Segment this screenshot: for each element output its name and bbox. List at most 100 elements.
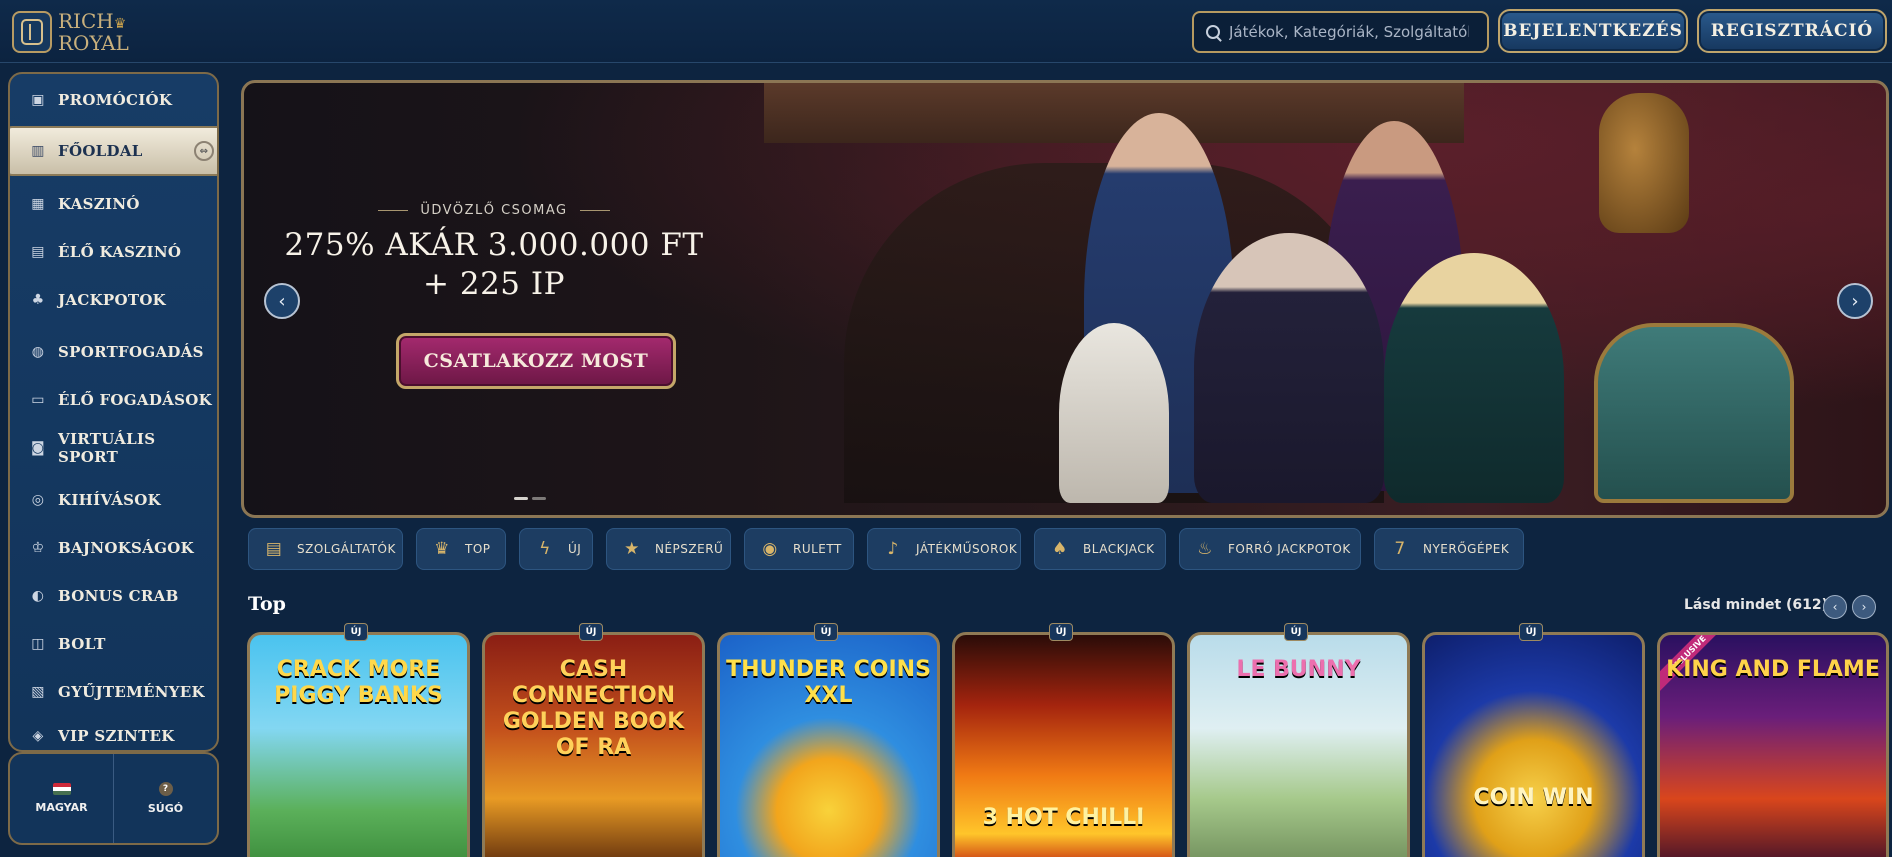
chip-providers[interactable]: ▤ SZOLGÁLTATÓK <box>248 528 403 570</box>
game-title: COIN WIN <box>1473 785 1594 810</box>
chip-new[interactable]: ϟ ÚJ <box>519 528 593 570</box>
help-button[interactable]: ? SÚGÓ <box>113 754 217 843</box>
bank-icon: ▥ <box>31 143 45 159</box>
live-bets-icon: ▭ <box>31 392 45 408</box>
sidebar-footer: MAGYAR ? SÚGÓ <box>8 752 219 845</box>
new-badge: ÚJ <box>814 623 838 641</box>
sidebar-item-virtual-sport[interactable]: ◙ VIRTUÁLIS SPORT <box>10 428 217 468</box>
logo-top-text: RICH <box>58 8 114 33</box>
carousel-dot-active[interactable] <box>514 497 528 500</box>
new-badge: ÚJ <box>344 623 368 641</box>
game-title: KING AND FLAME <box>1666 657 1880 682</box>
question-icon: ? <box>158 782 173 796</box>
crown-icon: ♛ <box>434 539 450 559</box>
book-icon: ▤ <box>265 539 283 559</box>
chip-popular[interactable]: ★ NÉPSZERŰ <box>606 528 731 570</box>
microphone-icon: ♪ <box>887 539 899 559</box>
join-now-button[interactable]: CSATLAKOZZ MOST <box>396 333 676 389</box>
hero-eyebrow: ÜDVÖZLŐ CSOMAG <box>264 203 724 218</box>
search-icon <box>1206 25 1220 39</box>
game-card[interactable]: THUNDER COINS XXL <box>717 632 940 857</box>
game-title: 3 HOT CHILLI <box>982 805 1145 830</box>
new-badge: ÚJ <box>579 623 603 641</box>
search-bar[interactable] <box>1192 11 1489 53</box>
collection-icon: ▧ <box>31 684 45 700</box>
star-icon: ★ <box>624 539 640 559</box>
sidebar-item-live-bets[interactable]: ▭ ÉLŐ FOGADÁSOK <box>10 380 217 420</box>
slot-machine-icon: ▦ <box>31 196 45 212</box>
game-card[interactable]: CASH CONNECTION GOLDEN BOOK OF RA <box>482 632 705 857</box>
sidebar-item-promotions[interactable]: ▣ PROMÓCIÓK <box>10 80 217 120</box>
hungary-flag-icon <box>52 783 71 795</box>
carousel-prev-button[interactable]: ‹ <box>264 283 300 319</box>
crab-icon: ◐ <box>31 588 45 604</box>
carousel-dots <box>514 497 546 500</box>
sidebar-item-bonus-crab[interactable]: ◐ BONUS CRAB <box>10 576 217 616</box>
row-next-button[interactable]: › <box>1852 595 1876 619</box>
chip-game-shows[interactable]: ♪ JÁTÉKMŰSOROK <box>867 528 1021 570</box>
login-button[interactable]: BEJELENTKEZÉS <box>1498 9 1688 53</box>
sidebar-item-home[interactable]: ▥ FŐOLDAL ⇔ <box>10 128 217 174</box>
language-selector[interactable]: MAGYAR <box>10 754 113 843</box>
game-card-exclusive[interactable]: EXCLUSIVE KING AND FLAME <box>1657 632 1889 857</box>
game-card[interactable]: CRACK MORE PIGGY BANKS <box>247 632 470 857</box>
crown-icon: ♛ <box>113 15 127 32</box>
sidebar-item-shop[interactable]: ◫ BOLT <box>10 624 217 664</box>
sidebar-item-live-casino[interactable]: ▤ ÉLŐ KASZINÓ <box>10 232 217 272</box>
register-button[interactable]: REGISZTRÁCIÓ <box>1697 9 1887 53</box>
chip-top[interactable]: ♛ TOP <box>416 528 506 570</box>
hero-banner: ÜDVÖZLŐ CSOMAG 275% AKÁR 3.000.000 FT + … <box>241 80 1889 518</box>
sidebar-item-vip-levels[interactable]: ◈ VIP SZINTEK <box>10 716 217 750</box>
trophy-icon: ♔ <box>31 540 45 556</box>
carousel-dot[interactable] <box>532 497 546 500</box>
sidebar-item-casino[interactable]: ▦ KASZINÓ <box>10 184 217 224</box>
live-casino-icon: ▤ <box>31 244 45 260</box>
logo-bottom-text: ROYAL <box>58 30 129 55</box>
chip-blackjack[interactable]: ♠ BLACKJACK <box>1034 528 1166 570</box>
new-badge: ÚJ <box>1049 623 1073 641</box>
chip-hot-jackpots[interactable]: ♨ FORRÓ JACKPOTOK <box>1179 528 1361 570</box>
game-title: CASH CONNECTION GOLDEN BOOK OF RA <box>502 657 685 760</box>
sidebar-item-sports-betting[interactable]: ◍ SPORTFOGADÁS <box>10 332 217 372</box>
vip-icon: ◈ <box>32 728 44 744</box>
search-input[interactable] <box>1229 23 1469 41</box>
game-title: CRACK MORE PIGGY BANKS <box>274 657 443 708</box>
chip-roulette[interactable]: ◉ RULETT <box>744 528 854 570</box>
sidebar-item-jackpots[interactable]: ♣ JACKPOTOK <box>10 280 217 320</box>
gift-icon: ▣ <box>31 92 45 108</box>
shop-bag-icon: ◫ <box>31 636 45 652</box>
expand-icon[interactable]: ⇔ <box>194 141 214 161</box>
seven-icon: 7 <box>1394 539 1406 559</box>
carousel-next-button[interactable]: › <box>1837 283 1873 319</box>
game-card[interactable]: LE BUNNY <box>1187 632 1410 857</box>
hero-title: 275% AKÁR 3.000.000 FT + 225 IP <box>284 227 704 302</box>
ball-icon: ◍ <box>31 344 45 360</box>
target-icon: ◎ <box>31 492 45 508</box>
sidebar-nav: ▣ PROMÓCIÓK ▥ FŐOLDAL ⇔ ▦ KASZINÓ ▤ ÉLŐ KASZ… <box>8 72 219 752</box>
banner-figure-old-man <box>1194 233 1384 503</box>
cards-icon: ♠ <box>1052 539 1068 559</box>
see-all-link[interactable]: Lásd mindet (612) <box>1684 597 1828 613</box>
site-logo[interactable]: RICH♛ ROYAL <box>12 11 152 53</box>
chip-slots[interactable]: 7 NYERŐGÉPEK <box>1374 528 1524 570</box>
sidebar-item-collections[interactable]: ▧ GYŰJTEMÉNYEK <box>10 672 217 712</box>
game-card[interactable]: 3 HOT CHILLI <box>952 632 1175 857</box>
banner-figure-dog <box>1059 323 1169 503</box>
lightning-icon: ϟ <box>539 539 551 559</box>
banner-mantel <box>764 83 1464 143</box>
roulette-icon: ◉ <box>762 539 778 559</box>
game-title: THUNDER COINS XXL <box>726 657 931 708</box>
clover-icon: ♣ <box>31 292 45 308</box>
new-badge: ÚJ <box>1519 623 1543 641</box>
virtual-sport-icon: ◙ <box>31 440 45 456</box>
chili-icon: ♨ <box>1197 539 1213 559</box>
logo-emblem-icon <box>12 11 52 53</box>
sidebar-item-challenges[interactable]: ◎ KIHÍVÁSOK <box>10 480 217 520</box>
new-badge: ÚJ <box>1284 623 1308 641</box>
row-prev-button[interactable]: ‹ <box>1823 595 1847 619</box>
sidebar-item-tournaments[interactable]: ♔ BAJNOKSÁGOK <box>10 528 217 568</box>
game-card[interactable]: COIN WIN <box>1422 632 1645 857</box>
banner-vase <box>1599 93 1689 233</box>
section-title-top: Top <box>248 593 286 615</box>
hero-text-block: ÜDVÖZLŐ CSOMAG 275% AKÁR 3.000.000 FT + … <box>264 203 724 304</box>
